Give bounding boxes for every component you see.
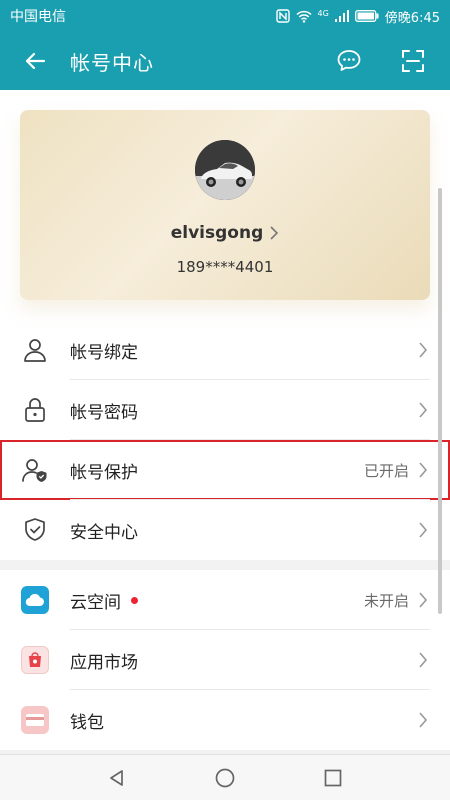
chevron-right-icon [419,402,428,418]
notification-badge [131,596,138,604]
triangle-back-icon [110,769,123,786]
item-label: 帐号保护 [70,462,138,483]
app-market-item[interactable]: 应用市场 [0,630,450,690]
chevron-right-icon [419,712,428,728]
nav-recents-button[interactable] [315,760,351,796]
scrollbar[interactable] [438,188,442,614]
chat-bubble-icon [337,50,361,71]
chevron-right-icon [419,462,428,478]
app-bar: 帐号中心 [0,32,450,90]
wallet-icon [21,706,49,734]
user-icon [0,320,70,380]
item-status: 未开启 [363,591,409,610]
item-label: 云空间 [70,592,121,613]
services-list: 云空间 未开启 应用市场 钱包 [0,570,450,750]
page-title: 帐号中心 [70,50,154,75]
item-label: 应用市场 [70,652,138,673]
time-label: 傍晚6:45 [384,10,440,26]
profile-section: elvisgong 189****4401 [0,90,450,320]
scan-icon [402,50,424,72]
cloud-space-item[interactable]: 云空间 未开启 [0,570,450,630]
nav-back-button[interactable] [99,760,135,796]
message-button[interactable] [326,38,372,84]
profile-card[interactable]: elvisgong 189****4401 [20,110,430,300]
arrow-left-icon [25,52,46,70]
system-nav-bar [0,754,450,800]
chevron-right-icon [419,592,428,608]
account-binding-item[interactable]: 帐号绑定 [0,320,450,380]
network-type-label: 4G [317,8,329,18]
battery-icon [354,10,379,22]
nav-home-button[interactable] [207,760,243,796]
app-bar-actions [326,38,436,84]
section-gap [0,560,450,570]
shield-check-icon [0,500,70,560]
back-button[interactable] [12,38,58,84]
appgallery-icon-tile [0,630,70,690]
chevron-right-icon [419,342,428,358]
account-protection-item[interactable]: 帐号保护 已开启 [0,440,450,500]
nfc-icon [275,9,290,23]
user-shield-icon [0,440,70,500]
item-label: 安全中心 [70,522,138,543]
account-password-item[interactable]: 帐号密码 [0,380,450,440]
item-label: 帐号密码 [70,402,138,423]
wallet-item[interactable]: 钱包 [0,690,450,750]
status-bar: 中国电信 4G 傍晚6:45 [0,0,450,32]
lock-icon [0,380,70,440]
item-label: 帐号绑定 [70,342,138,363]
header: 中国电信 4G 傍晚6:45 帐号中心 [0,0,450,90]
cloud-icon [21,586,49,614]
car-avatar-icon [195,140,255,200]
chevron-right-icon [270,226,279,240]
avatar[interactable] [195,140,255,200]
wallet-icon-tile [0,690,70,750]
wifi-icon [295,10,312,23]
appgallery-icon [21,646,49,674]
square-recents-icon [324,769,342,786]
scan-button[interactable] [390,38,436,84]
account-settings-list: 帐号绑定 帐号密码 帐号保护 已开启 安全中心 [0,320,450,560]
chevron-right-icon [419,522,428,538]
phone-number: 189****4401 [176,258,274,276]
status-indicators: 4G 傍晚6:45 [275,7,440,26]
username: elvisgong [170,223,264,243]
cloud-icon-tile [0,570,70,630]
content: elvisgong 189****4401 帐号绑定 帐号密码 帐号保护 已开启… [0,90,450,754]
security-center-item[interactable]: 安全中心 [0,500,450,560]
item-status: 已开启 [363,461,409,480]
carrier-label: 中国电信 [10,9,66,25]
chevron-right-icon [419,652,428,668]
circle-home-icon [215,768,235,787]
username-row[interactable]: elvisgong [20,223,430,243]
item-label: 钱包 [70,712,104,733]
signal-icon [334,10,349,22]
